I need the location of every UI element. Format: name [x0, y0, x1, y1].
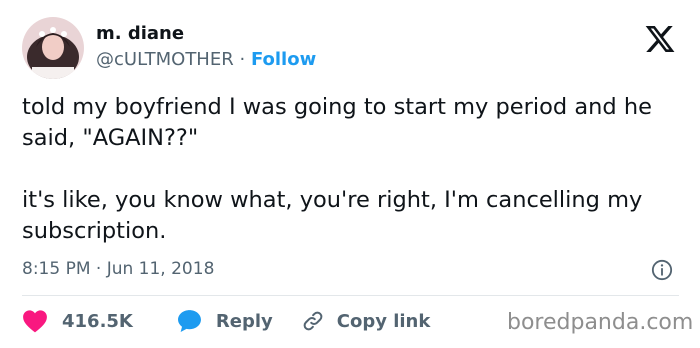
avatar-image [22, 17, 84, 79]
author-handle-row: @cULTMOTHER · Follow [96, 49, 316, 70]
tweet-text: told my boyfriend I was going to start m… [22, 92, 682, 247]
divider [22, 295, 679, 296]
follow-button[interactable]: Follow [251, 49, 316, 70]
tweet-actions: 416.5K Reply Copy link [22, 306, 430, 336]
heart-icon [23, 310, 47, 333]
separator-dot: · [239, 49, 246, 70]
tweet-paragraph: it's like, you know what, you're right, … [22, 187, 643, 244]
watermark: boredpanda.com [507, 310, 694, 335]
copy-link-button[interactable]: Copy link [301, 309, 431, 333]
author-handle[interactable]: @cULTMOTHER [96, 49, 234, 70]
link-icon [303, 311, 323, 331]
tweet-timestamp[interactable]: 8:15 PM · Jun 11, 2018 [22, 259, 214, 279]
info-icon[interactable] [651, 259, 673, 281]
copy-link-label: Copy link [336, 310, 431, 332]
x-logo-icon[interactable] [644, 23, 676, 55]
reply-label: Reply [215, 310, 273, 332]
author-name[interactable]: m. diane [96, 23, 184, 44]
speech-bubble-icon [177, 310, 201, 332]
avatar[interactable] [22, 17, 84, 79]
tweet-paragraph: told my boyfriend I was going to start m… [22, 94, 652, 151]
like-count: 416.5K [62, 310, 133, 332]
reply-button[interactable]: Reply [177, 309, 273, 333]
like-button[interactable]: 416.5K [22, 309, 133, 333]
